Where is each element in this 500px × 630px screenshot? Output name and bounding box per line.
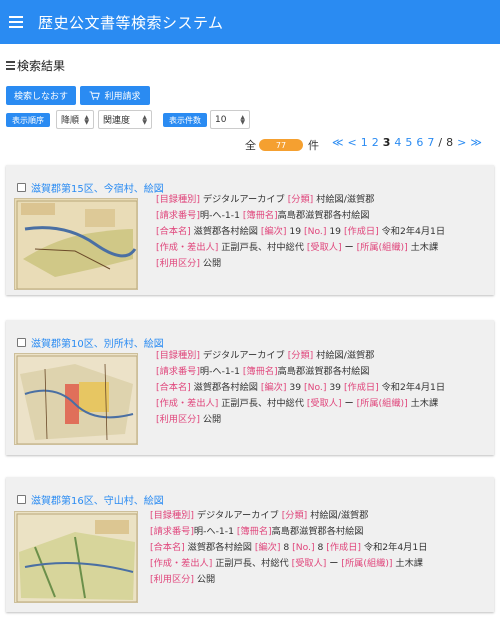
- map-thumbnail-icon[interactable]: [14, 353, 138, 445]
- page-link-5[interactable]: 5: [405, 136, 412, 149]
- result-card: 滋賀郡第16区、守山村、絵図 [目録種別] デジタルアーカイブ [分類] 村絵図…: [6, 477, 494, 612]
- results-heading: 検索結果: [6, 57, 65, 74]
- sort-key-select[interactable]: 関連度 ▲ ▼: [98, 110, 152, 129]
- page-link-1[interactable]: 1: [361, 136, 368, 149]
- sort-order-label: 表示順序: [6, 113, 50, 127]
- select-checkbox[interactable]: [17, 495, 26, 504]
- map-thumbnail-icon[interactable]: [14, 511, 138, 603]
- last-page-link[interactable]: ≫: [470, 136, 482, 149]
- select-checkbox[interactable]: [17, 338, 26, 347]
- usage-request-button[interactable]: 利用請求: [80, 86, 150, 105]
- card-title: 滋賀郡第16区、守山村、絵図: [17, 492, 164, 507]
- app-title: 歴史公文書等検索システム: [38, 13, 224, 32]
- sort-key-value: 関連度: [103, 116, 131, 126]
- hamburger-menu-icon[interactable]: [6, 12, 26, 32]
- list-icon: [6, 61, 15, 70]
- record-metadata: [目録種別] デジタルアーカイブ [分類] 村絵図/滋賀郡 [請求番号]明-へ-…: [150, 510, 428, 585]
- next-page-link[interactable]: >: [457, 136, 466, 149]
- app-bar: 歴史公文書等検索システム: [0, 0, 500, 44]
- first-page-link[interactable]: ≪: [332, 136, 344, 149]
- last-page-number: 8: [446, 136, 454, 149]
- prev-page-link[interactable]: <: [348, 136, 357, 149]
- display-count-value: 10: [215, 114, 227, 125]
- total-suffix: 件: [308, 139, 319, 152]
- result-card: 滋賀郡第15区、今宿村、絵図 [目録種別] デジタルアーカイブ [分類] 村絵図…: [6, 165, 494, 295]
- total-prefix: 全: [245, 139, 256, 152]
- display-count-select[interactable]: 10 ▲ ▼: [210, 110, 250, 129]
- display-count-label: 表示件数: [163, 113, 207, 127]
- record-title-link[interactable]: 滋賀郡第10区、別所村、絵図: [31, 335, 164, 350]
- record-metadata: [目録種別] デジタルアーカイブ [分類] 村絵図/滋賀郡 [請求番号]明-へ-…: [156, 350, 446, 425]
- record-metadata: [目録種別] デジタルアーカイブ [分類] 村絵図/滋賀郡 [請求番号]明-へ-…: [156, 194, 446, 269]
- record-title-link[interactable]: 滋賀郡第15区、今宿村、絵図: [31, 180, 164, 195]
- page-link-2[interactable]: 2: [372, 136, 379, 149]
- record-title-link[interactable]: 滋賀郡第16区、守山村、絵図: [31, 492, 164, 507]
- select-caret-icon: ▲ ▼: [240, 114, 245, 126]
- card-title: 滋賀郡第15区、今宿村、絵図: [17, 180, 164, 195]
- page-link-6[interactable]: 6: [416, 136, 423, 149]
- result-card: 滋賀郡第10区、別所村、絵図 [目録種別] デジタルアーカイブ [分類] 村絵図…: [6, 320, 494, 455]
- sort-direction-select[interactable]: 降順 ▲ ▼: [56, 110, 94, 129]
- results-heading-label: 検索結果: [17, 59, 66, 73]
- page-separator: /: [438, 136, 443, 149]
- sort-direction-value: 降順: [61, 116, 80, 126]
- usage-request-label: 利用請求: [104, 92, 141, 102]
- current-page: 3: [382, 136, 391, 149]
- cart-icon: [90, 91, 101, 100]
- total-count-badge: 77: [259, 139, 303, 151]
- select-caret-icon: ▲ ▼: [84, 114, 89, 126]
- select-caret-icon: ▲ ▼: [142, 114, 147, 126]
- card-title: 滋賀郡第10区、別所村、絵図: [17, 335, 164, 350]
- pagination: ≪ < 1 2 3 4 5 6 7 / 8 > ≫: [332, 136, 482, 149]
- map-thumbnail-icon[interactable]: [14, 198, 138, 290]
- select-checkbox[interactable]: [17, 183, 26, 192]
- research-button[interactable]: 検索しなおす: [6, 86, 76, 105]
- page-link-7[interactable]: 7: [427, 136, 434, 149]
- page-link-4[interactable]: 4: [394, 136, 401, 149]
